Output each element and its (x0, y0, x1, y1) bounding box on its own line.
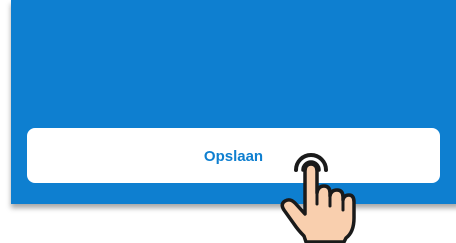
tap-hand-icon (280, 153, 356, 243)
stage: Opslaan (0, 0, 456, 243)
save-button-label: Opslaan (203, 148, 264, 165)
save-button[interactable]: Opslaan (27, 128, 440, 183)
